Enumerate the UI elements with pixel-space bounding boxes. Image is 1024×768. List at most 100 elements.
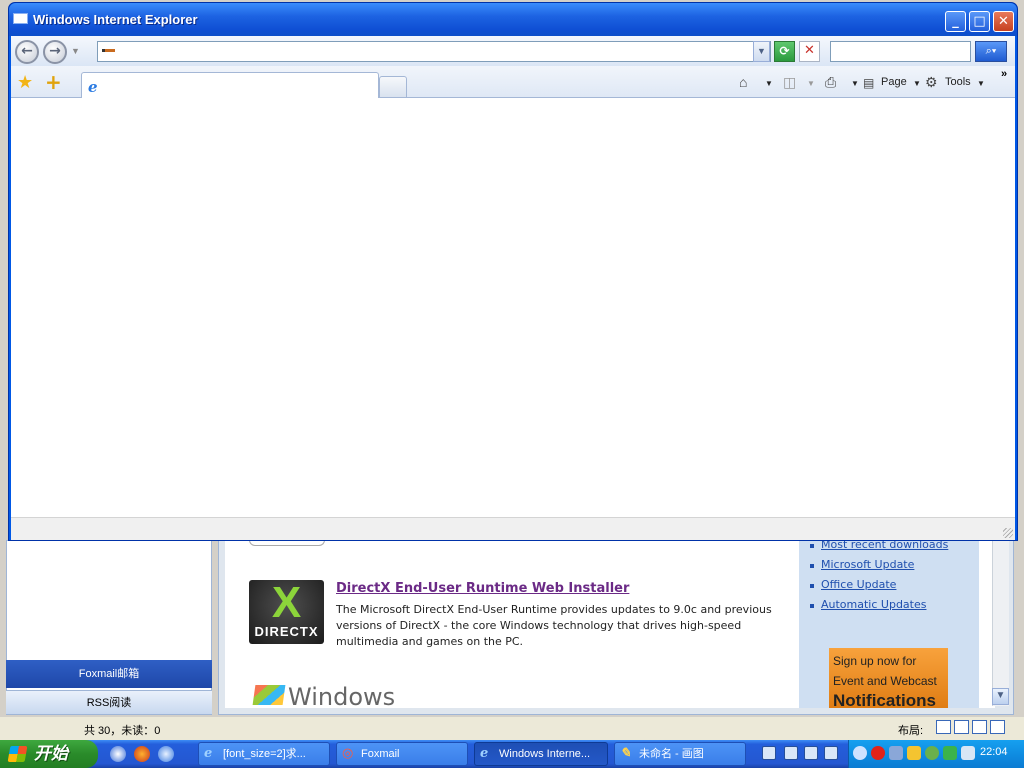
- ie-titlebar[interactable]: Windows Internet Explorer _ □ ✕: [9, 3, 1017, 36]
- layout-3-icon[interactable]: [972, 720, 987, 734]
- task-button-forum[interactable]: e [font_size=2]求...: [198, 742, 330, 766]
- task-label: [font_size=2]求...: [223, 748, 306, 760]
- media-player-icon[interactable]: [110, 746, 126, 762]
- stop-button[interactable]: ✕: [799, 41, 820, 62]
- forward-button[interactable]: →: [43, 40, 67, 64]
- windows-flag-icon: [252, 685, 286, 705]
- tab-current[interactable]: e: [81, 72, 379, 99]
- user-icon[interactable]: [925, 746, 939, 760]
- layout-switcher: [936, 720, 1005, 734]
- feeds-dropdown[interactable]: ▼: [807, 79, 815, 88]
- desktop: Foxmail邮箱 RSS阅读 X DIRECTX DirectX End-Us…: [0, 0, 1024, 768]
- windows-flag-icon: [7, 746, 28, 762]
- windows-logo: Windows: [252, 683, 395, 711]
- foxmail-mailbox-tab[interactable]: Foxmail邮箱: [6, 660, 212, 688]
- back-button[interactable]: ←: [15, 40, 39, 64]
- bullet-icon: [810, 564, 814, 568]
- foxmail-status-bar: 共 30，未读：0 布局:: [0, 717, 1024, 740]
- window-icon: [13, 13, 28, 24]
- ie-icon: e: [480, 746, 489, 761]
- clock[interactable]: 22:04: [980, 746, 1008, 758]
- home-dropdown[interactable]: ▼: [765, 79, 773, 88]
- bullet-icon: [810, 544, 814, 548]
- refresh-button[interactable]: ⟳: [774, 41, 795, 62]
- page-dropdown[interactable]: ▼: [913, 79, 921, 88]
- foxmail-tray-icon[interactable]: [871, 746, 885, 760]
- window-title: Windows Internet Explorer: [33, 12, 198, 27]
- ie-window: Windows Internet Explorer _ □ ✕ ← → ▼ ▼ …: [8, 2, 1018, 541]
- ie-status-bar: [11, 517, 1015, 540]
- shield-icon[interactable]: [961, 746, 975, 760]
- task-button-paint[interactable]: ✎ 未命名 - 画图: [614, 742, 746, 766]
- task-button-ie[interactable]: e Windows Interne...: [474, 742, 608, 766]
- ie-client: ← → ▼ ▼ ⟳ ✕ ⌕▾ ★ + e ⌂ ▼ ◫ ▼ ⎙ ▼ ▤ Page …: [11, 36, 1015, 540]
- more-commands-chevron-icon[interactable]: »: [1001, 68, 1007, 80]
- maximize-button[interactable]: □: [969, 11, 990, 32]
- banner-line-2: Event and Webcast: [833, 674, 937, 688]
- scroll-down-button[interactable]: ▼: [992, 688, 1009, 705]
- antenna-icon[interactable]: [943, 746, 957, 760]
- tab-command-row: ★ + e ⌂ ▼ ◫ ▼ ⎙ ▼ ▤ Page ▼ ⚙ Tools ▼ »: [11, 66, 1015, 99]
- help-icon[interactable]: [824, 746, 838, 760]
- task-button-foxmail[interactable]: ◎ Foxmail: [336, 742, 468, 766]
- favorites-star-icon[interactable]: ★: [17, 72, 33, 93]
- directx-logo[interactable]: X DIRECTX: [249, 580, 324, 644]
- address-row: ← → ▼ ▼ ⟳ ✕ ⌕▾: [11, 36, 1015, 66]
- address-dropdown[interactable]: ▼: [753, 41, 770, 62]
- start-button[interactable]: 开始: [0, 740, 98, 768]
- ie-icon: e: [88, 78, 98, 96]
- firefox-icon[interactable]: [134, 746, 150, 762]
- link-automatic-updates[interactable]: Automatic Updates: [821, 598, 926, 611]
- layout-4-icon[interactable]: [990, 720, 1005, 734]
- message-count: 共 30，未读：0: [84, 725, 161, 737]
- network-icon[interactable]: [889, 746, 903, 760]
- layout-2-icon[interactable]: [954, 720, 969, 734]
- layout-1-icon[interactable]: [936, 720, 951, 734]
- home-icon[interactable]: ⌂: [739, 74, 747, 90]
- pen-icon[interactable]: [784, 746, 798, 760]
- event-webcast-banner[interactable]: Sign up now for Event and Webcast Notifi…: [829, 648, 948, 708]
- link-office-update[interactable]: Office Update: [821, 578, 896, 591]
- page-menu[interactable]: Page: [881, 76, 907, 88]
- show-hidden-icons-icon[interactable]: [853, 746, 867, 760]
- page-menu-icon: ▤: [863, 76, 875, 90]
- feeds-icon[interactable]: ◫: [783, 74, 796, 91]
- close-button[interactable]: ✕: [993, 11, 1014, 32]
- search-input[interactable]: [830, 41, 971, 62]
- task-label: Foxmail: [361, 748, 400, 760]
- address-input[interactable]: [97, 41, 771, 62]
- ie-quick-icon[interactable]: [158, 746, 174, 762]
- link-microsoft-update[interactable]: Microsoft Update: [821, 558, 914, 571]
- tools-dropdown[interactable]: ▼: [977, 79, 985, 88]
- add-favorite-icon[interactable]: +: [45, 70, 62, 94]
- foxmail-folder-pane: [6, 540, 212, 715]
- paint-icon: ✎: [620, 746, 631, 761]
- directx-title-link[interactable]: DirectX End-User Runtime Web Installer: [336, 581, 629, 596]
- foxmail-rss-tab[interactable]: RSS阅读: [6, 690, 212, 714]
- new-tab-button[interactable]: [379, 76, 407, 98]
- recent-pages-dropdown[interactable]: ▼: [71, 46, 80, 56]
- print-icon[interactable]: ⎙: [825, 74, 836, 91]
- lock-icon[interactable]: [907, 746, 921, 760]
- directx-description: The Microsoft DirectX End-User Runtime p…: [336, 603, 772, 648]
- ie-icon: e: [204, 746, 213, 761]
- taskbar: 开始 e [font_size=2]求... ◎ Foxmail e Windo…: [0, 740, 1024, 768]
- resize-grip-icon[interactable]: [1003, 528, 1013, 538]
- tools-menu[interactable]: Tools: [945, 76, 971, 88]
- preview-scrollbar[interactable]: [992, 540, 1009, 706]
- banner-line-1: Sign up now for: [833, 654, 917, 668]
- foxmail-icon: ◎: [342, 746, 354, 761]
- print-dropdown[interactable]: ▼: [851, 79, 859, 88]
- directx-x-icon: X: [271, 578, 302, 627]
- directx-logo-text: DIRECTX: [254, 624, 319, 639]
- keyboard-icon[interactable]: [762, 746, 776, 760]
- page-icon: [102, 49, 115, 52]
- minimize-button[interactable]: _: [945, 11, 966, 32]
- bullet-icon: [810, 584, 814, 588]
- task-label: 未命名 - 画图: [639, 748, 704, 760]
- ie-page-content[interactable]: [11, 98, 1015, 516]
- start-label: 开始: [34, 744, 68, 763]
- bullet-icon: [810, 604, 814, 608]
- ime-pad-icon[interactable]: [804, 746, 818, 760]
- search-button[interactable]: ⌕▾: [975, 41, 1007, 62]
